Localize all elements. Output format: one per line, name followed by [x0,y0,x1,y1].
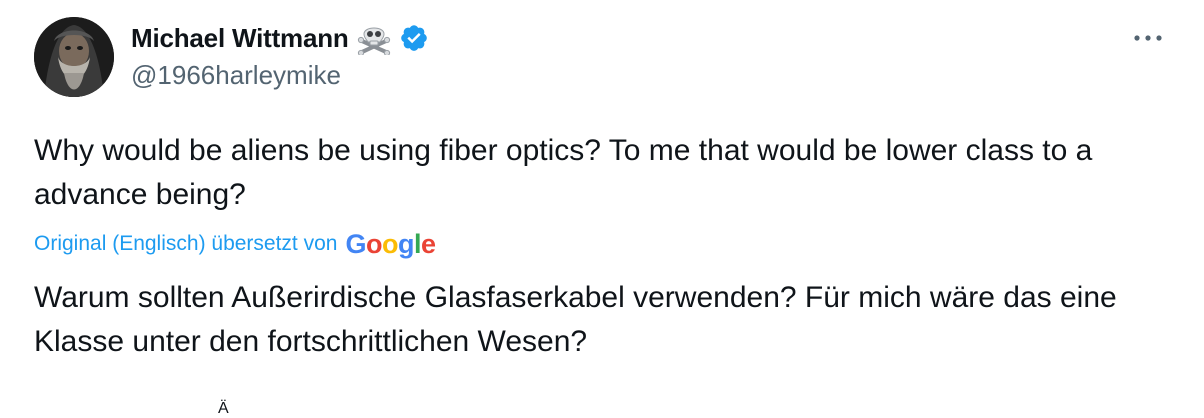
skull-and-crossbones-icon [357,21,391,57]
avatar-image [34,17,114,97]
author-name-row: Michael Wittmann [131,18,429,58]
clipped-footer-text: Ä [218,400,229,417]
avatar[interactable] [34,17,114,97]
more-options-button[interactable] [1128,26,1168,50]
translation-label-link[interactable]: Original (Englisch) übersetzt von [34,232,337,256]
author-display-name[interactable]: Michael Wittmann [131,23,349,54]
post-original-text: Why would be aliens be using fiber optic… [34,134,1093,211]
translation-attribution: Original (Englisch) übersetzt von Google [34,226,436,262]
google-logo: Google [345,228,436,259]
post-translated-text: Warum sollten Außerirdische Glasfaserkab… [34,281,1117,358]
author-handle[interactable]: @1966harleymike [131,60,341,91]
verified-badge-icon[interactable] [399,23,429,53]
more-options-icon [1134,35,1162,41]
tweet-card: Michael Wittmann @1966harleymike Why wou… [0,0,1204,417]
